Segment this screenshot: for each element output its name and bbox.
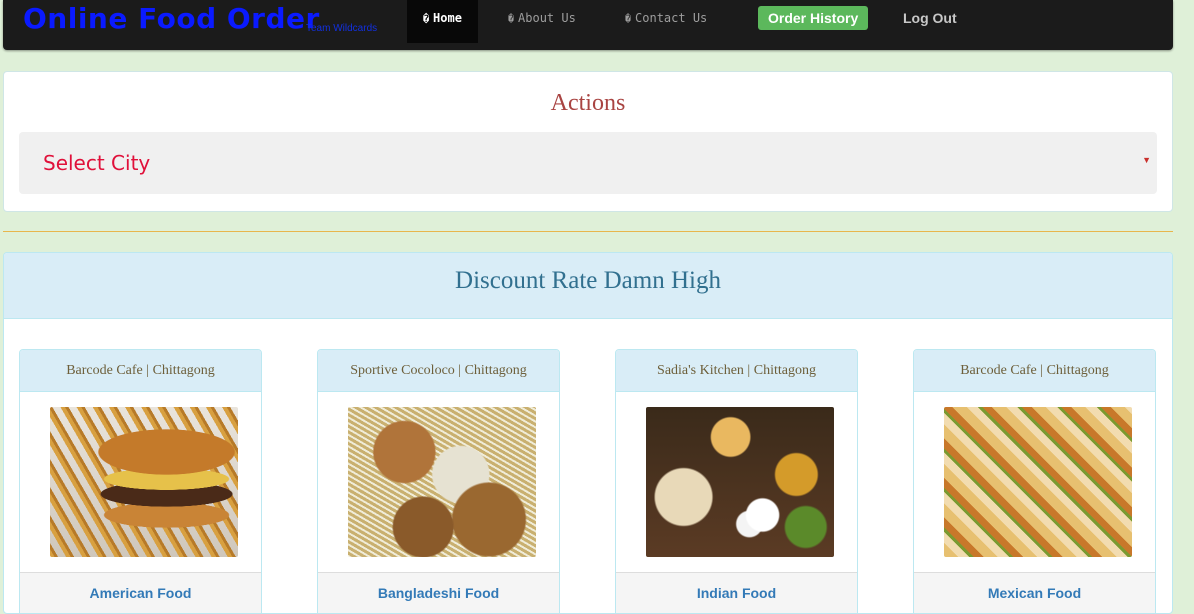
caret-down-icon: ▼ xyxy=(1142,155,1151,165)
card-footer: Bangladeshi Food xyxy=(318,572,559,613)
actions-title: Actions xyxy=(550,90,626,116)
brand-subtitle: Team Wildcards xyxy=(306,23,378,34)
select-city-label: Select City xyxy=(43,151,151,175)
food-category-link[interactable]: Indian Food xyxy=(616,573,857,601)
home-icon: � xyxy=(423,14,430,25)
nav-about-label: About Us xyxy=(518,11,576,25)
card-footer: American Food xyxy=(20,572,261,613)
food-card: Sportive Cocoloco | Chittagong Banglades… xyxy=(317,349,560,613)
order-history-button[interactable]: Order History xyxy=(758,6,869,30)
food-card: Barcode Cafe | Chittagong American Food xyxy=(19,349,262,613)
nav-home-label: Home xyxy=(433,11,462,25)
brand-title[interactable]: Online Food Order xyxy=(23,2,320,35)
contact-icon: � xyxy=(625,14,632,25)
nav-contact-label: Contact Us xyxy=(635,11,708,25)
nav-home[interactable]: � Home xyxy=(407,0,478,43)
logout-link[interactable]: Log Out xyxy=(903,6,957,30)
card-restaurant: Sadia's Kitchen | Chittagong xyxy=(616,350,857,392)
card-restaurant: Barcode Cafe | Chittagong xyxy=(20,350,261,392)
card-footer: Mexican Food xyxy=(914,572,1155,613)
bangladeshi-snacks-image[interactable] xyxy=(348,407,536,557)
tacos-image[interactable] xyxy=(944,407,1132,557)
food-card: Sadia's Kitchen | Chittagong Indian Food xyxy=(615,349,858,613)
top-navbar: Online Food Order Team Wildcards � Home �… xyxy=(3,0,1173,50)
food-card: Barcode Cafe | Chittagong Mexican Food xyxy=(913,349,1156,613)
card-footer: Indian Food xyxy=(616,572,857,613)
divider xyxy=(3,231,1173,232)
discount-panel: Discount Rate Damn High Barcode Cafe | C… xyxy=(3,252,1173,614)
indian-thali-image[interactable] xyxy=(646,407,834,557)
select-city-dropdown[interactable]: Select City ▼ xyxy=(19,132,1157,194)
food-category-link[interactable]: Mexican Food xyxy=(914,573,1155,601)
info-icon: � xyxy=(508,14,515,25)
discount-title: Discount Rate Damn High xyxy=(4,253,1172,319)
nav-about[interactable]: � About Us xyxy=(492,0,592,43)
food-category-link[interactable]: American Food xyxy=(20,573,261,601)
actions-panel: Actions Select City ▼ xyxy=(3,71,1173,212)
card-restaurant: Barcode Cafe | Chittagong xyxy=(914,350,1155,392)
card-restaurant: Sportive Cocoloco | Chittagong xyxy=(318,350,559,392)
burger-fries-image[interactable] xyxy=(50,407,238,557)
food-category-link[interactable]: Bangladeshi Food xyxy=(318,573,559,601)
nav-contact[interactable]: � Contact Us xyxy=(609,0,723,43)
